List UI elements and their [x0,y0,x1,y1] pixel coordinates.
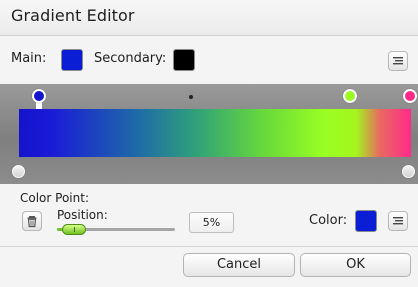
menu-icon [393,217,403,225]
opacity-stop-right[interactable] [402,165,415,178]
title-bar: Gradient Editor [0,0,418,36]
gradient-editor-dialog: Gradient Editor Main: Secondary: Color P… [0,0,418,287]
position-label: Position: [57,208,108,222]
secondary-color-label: Secondary: [94,51,167,66]
color-stop-pink[interactable] [403,89,417,103]
gradient-editor-area [0,84,418,184]
color-point-label: Color Point: [20,191,89,205]
main-secondary-row: Main: Secondary: [0,36,418,84]
color-stop-blue[interactable] [32,89,46,103]
position-slider-thumb[interactable] [61,224,86,235]
point-color-menu-button[interactable] [388,211,408,231]
main-color-label: Main: [11,51,47,66]
gradient-preview-bar[interactable] [19,109,411,157]
color-stop-green[interactable] [343,89,357,103]
cancel-button[interactable]: Cancel [183,253,295,277]
window-title: Gradient Editor [11,6,135,25]
main-color-swatch[interactable] [61,49,83,71]
footer-divider [0,246,418,247]
gradient-menu-button[interactable] [388,51,408,71]
color-label: Color: [309,213,348,228]
point-color-swatch[interactable] [355,210,377,232]
position-slider-track[interactable] [57,224,175,235]
opacity-stop-left[interactable] [12,165,25,178]
menu-icon [393,57,403,65]
midpoint-marker[interactable] [189,95,193,99]
secondary-color-swatch[interactable] [173,49,195,71]
delete-stop-button[interactable] [22,211,42,231]
trash-icon [27,216,37,228]
ok-button[interactable]: OK [300,253,411,277]
position-value-field[interactable]: 5% [189,212,234,233]
